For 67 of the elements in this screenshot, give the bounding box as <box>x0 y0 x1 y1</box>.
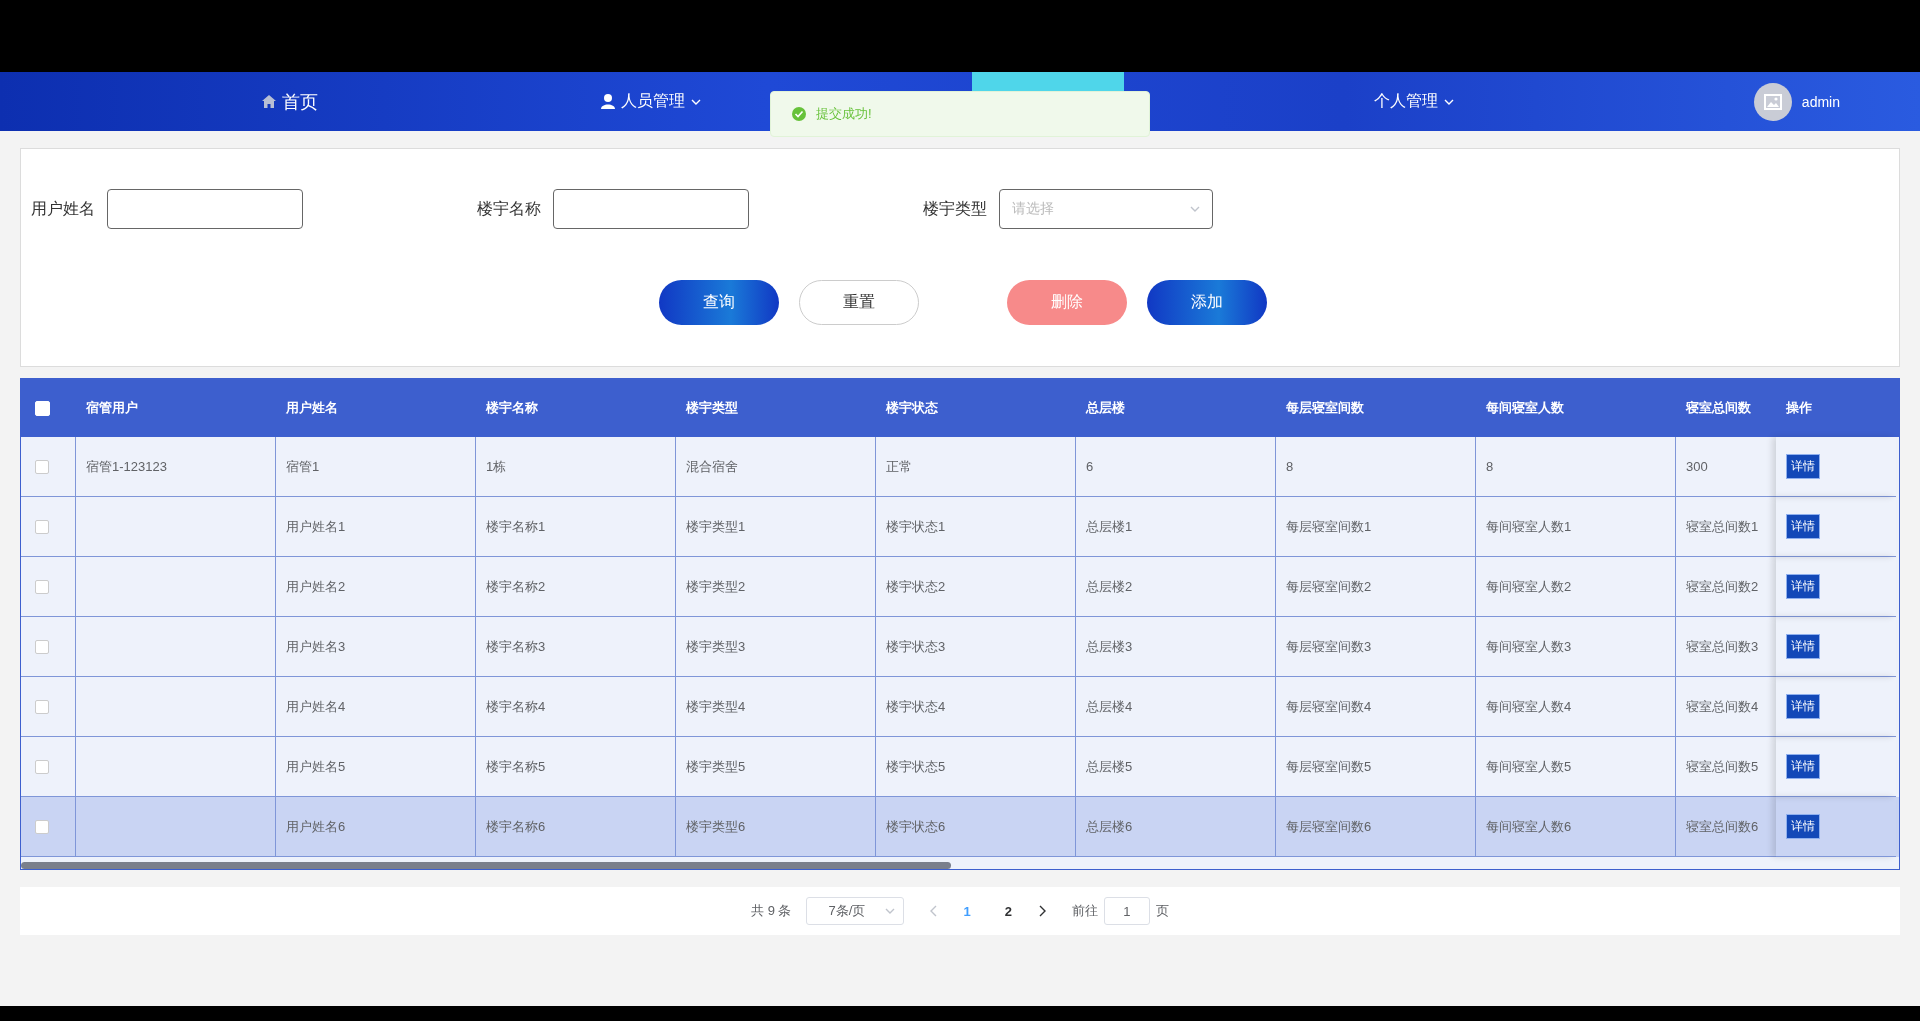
row-checkbox[interactable] <box>35 519 49 534</box>
nav-menu-item[interactable]: 个人管理 <box>1373 91 1454 112</box>
page-input[interactable]: 1 <box>1103 897 1150 925</box>
column-header: 楼宇状态 <box>884 399 939 417</box>
table-cell: 每层寝室间数6 <box>1276 797 1476 857</box>
home-icon <box>262 95 276 108</box>
chevron-down-icon <box>884 906 895 916</box>
avatar[interactable] <box>1753 82 1792 121</box>
select-all-checkbox[interactable] <box>35 400 50 416</box>
action-button[interactable]: 重置 <box>799 280 919 325</box>
column-header: 操作 <box>1785 399 1813 417</box>
table-cell: 楼宇类型6 <box>676 797 876 857</box>
page-suffix: 页 <box>1155 902 1169 920</box>
table-cell: 用户姓名6 <box>276 797 476 857</box>
table-row[interactable]: 用户姓名4 楼宇名称4 楼宇类型4 楼宇状态4 总层楼4 每层寝室间数4 每间寝室人数4 寝室总间数4 详情 <box>21 677 1899 737</box>
nav-menu-item[interactable]: 人员管理 <box>601 91 701 112</box>
page-number[interactable]: 2 <box>994 903 1022 919</box>
details-button[interactable]: 详情 <box>1786 514 1820 539</box>
column-header: 寝室总间数 <box>1684 399 1752 417</box>
horizontal-scrollbar[interactable] <box>21 862 951 869</box>
table-row[interactable]: 用户姓名3 楼宇名称3 楼宇类型3 楼宇状态3 总层楼3 每层寝室间数3 每间寝室人数3 寝室总间数3 详情 <box>21 617 1899 677</box>
column-header: 每间寝室人数 <box>1485 399 1565 417</box>
nav-menu-item[interactable]: 首页 <box>262 89 318 114</box>
details-button[interactable]: 详情 <box>1786 754 1820 779</box>
field-label: 用户姓名 <box>31 198 95 219</box>
details-button[interactable]: 详情 <box>1786 454 1820 479</box>
row-checkbox[interactable] <box>35 639 49 654</box>
table-cell: 楼宇名称6 <box>476 797 676 857</box>
input-field[interactable] <box>107 189 303 229</box>
image-icon <box>1763 93 1782 110</box>
username[interactable]: admin <box>1801 93 1840 110</box>
details-button[interactable]: 详情 <box>1786 634 1820 659</box>
person-icon <box>601 94 615 109</box>
table-row[interactable]: 用户姓名6 楼宇名称6 楼宇类型6 楼宇状态6 总层楼6 每层寝室间数6 每间寝室人数6 寝室总间数6 详情 <box>21 797 1899 857</box>
details-button[interactable]: 详情 <box>1786 694 1820 719</box>
table-row[interactable]: 用户姓名1 楼宇名称1 楼宇类型1 楼宇状态1 总层楼1 每层寝室间数1 每间寝室人数1 寝室总间数1 详情 <box>21 497 1899 557</box>
column-header: 用户姓名 <box>285 399 339 417</box>
input-field[interactable] <box>553 189 749 229</box>
table-row[interactable]: 用户姓名5 楼宇名称5 楼宇类型5 楼宇状态5 总层楼5 每层寝室间数5 每间寝室人数5 寝室总间数5 详情 <box>21 737 1899 797</box>
table-cell: 楼宇状态6 <box>876 797 1076 857</box>
table-cell: 每间寝室人数6 <box>1476 797 1676 857</box>
field-label: 楼宇类型 <box>923 198 987 219</box>
details-button[interactable]: 详情 <box>1786 574 1820 599</box>
details-button[interactable]: 详情 <box>1786 814 1820 839</box>
table-row[interactable]: 宿管1-123123 宿管1 1栋 混合宿舍 正常 6 8 8 300 详情 <box>21 437 1899 497</box>
row-checkbox[interactable] <box>35 759 49 774</box>
row-checkbox[interactable] <box>35 579 49 594</box>
column-header: 楼宇类型 <box>684 399 739 417</box>
success-message: 提交成功! <box>770 91 1150 137</box>
column-header: 楼宇名称 <box>484 399 539 417</box>
total-count: 共 9 条 <box>751 902 792 920</box>
row-checkbox[interactable] <box>35 459 49 474</box>
success-icon <box>792 107 806 121</box>
chevron-down-icon <box>1190 204 1200 214</box>
column-header: 宿管用户 <box>85 399 139 417</box>
row-checkbox[interactable] <box>35 699 49 714</box>
action-button[interactable]: 添加 <box>1147 280 1267 325</box>
table-row[interactable]: 用户姓名2 楼宇名称2 楼宇类型2 楼宇状态2 总层楼2 每层寝室间数2 每间寝室人数2 寝室总间数2 详情 <box>21 557 1899 617</box>
goto-label: 前往 <box>1071 902 1098 920</box>
column-header: 总层楼 <box>1084 399 1126 417</box>
row-checkbox[interactable] <box>35 819 49 834</box>
column-header: 每层寝室间数 <box>1285 399 1365 417</box>
field-label: 楼宇名称 <box>477 198 541 219</box>
table-cell: 寝室总间数6 <box>1676 797 1776 857</box>
table-cell: 总层楼6 <box>1076 797 1276 857</box>
action-button[interactable]: 查询 <box>659 280 779 325</box>
page-size-select[interactable]: 7条/页 <box>805 897 904 925</box>
